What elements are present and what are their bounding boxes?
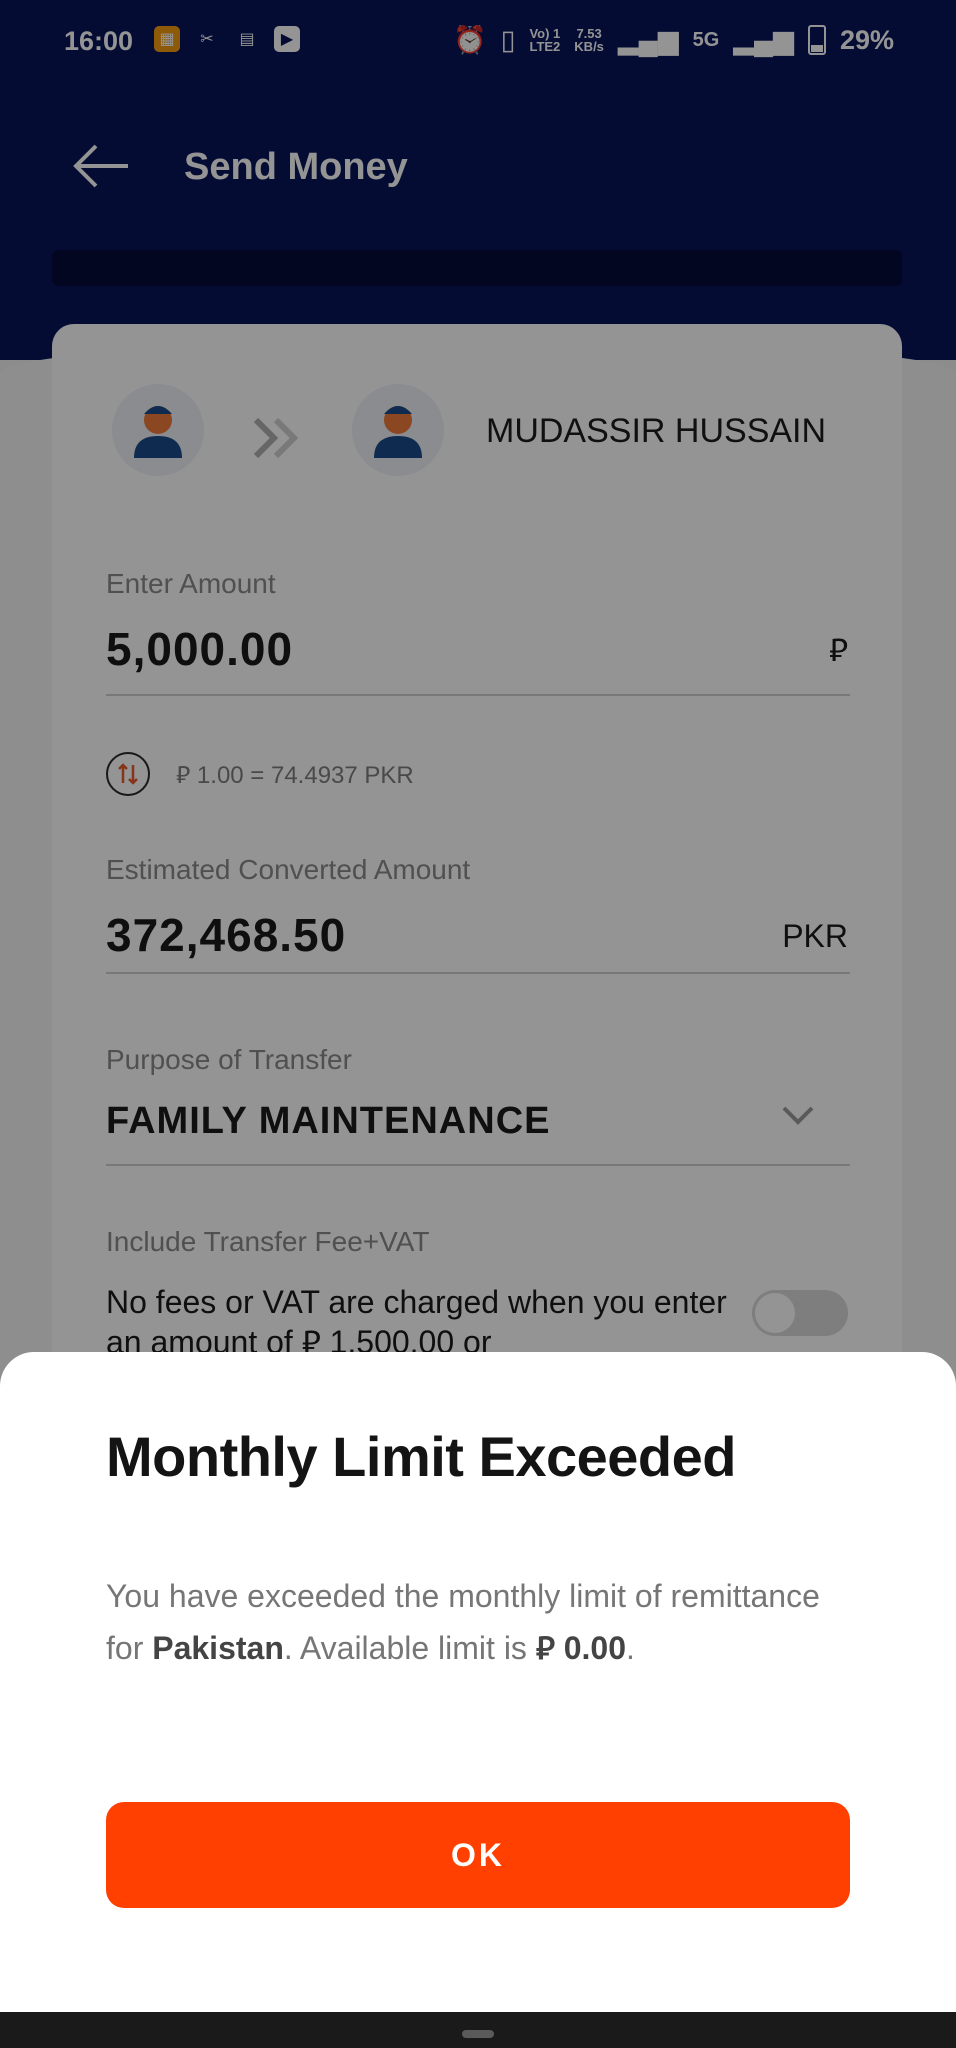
ok-button[interactable]: OK [106, 1802, 850, 1908]
country-name: Pakistan [152, 1630, 284, 1666]
dialog-message: You have exceeded the monthly limit of r… [106, 1578, 820, 1666]
home-indicator[interactable] [462, 2030, 494, 2038]
dialog-title: Monthly Limit Exceeded [106, 1425, 737, 1488]
send-money-screen: 16:00 ▦ ✂ ▤ ▶ ⏰ ▯ Vo) 1 LTE2 7.53 KB/s ▂… [0, 0, 956, 2048]
system-nav-bar [0, 2012, 956, 2048]
available-limit: ⃁ 0.00 [535, 1630, 626, 1666]
limit-exceeded-dialog: Monthly Limit Exceeded You have exceeded… [0, 1352, 956, 2012]
